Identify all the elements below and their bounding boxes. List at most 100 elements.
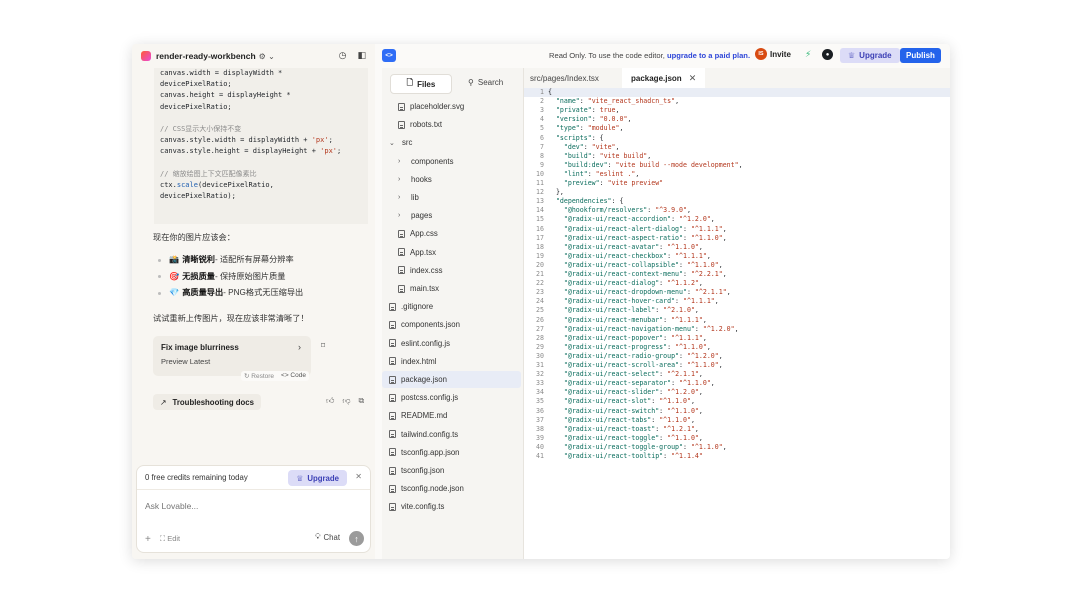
history-icon[interactable]: ◷: [339, 50, 347, 61]
code-view-toggle[interactable]: <>: [382, 49, 396, 62]
file-tree-item[interactable]: package.json: [382, 371, 521, 388]
line-code: "@radix-ui/react-aspect-ratio": "^1.1.0"…: [563, 233, 727, 242]
line-number: 30: [536, 351, 544, 360]
file-name: tsconfig.app.json: [401, 447, 460, 457]
file-tree-item[interactable]: README.md: [382, 407, 521, 424]
code-line: 32 "@radix-ui/react-select": "^2.1.1",: [524, 370, 950, 379]
line-number: 41: [536, 452, 544, 460]
file-tree-item[interactable]: placeholder.svg: [382, 98, 521, 115]
code-token: devicePixelRatio;: [160, 102, 232, 111]
thumbs-down-icon[interactable]: 👎︎: [342, 396, 350, 406]
file-name: components: [411, 156, 454, 166]
code-line: 1{: [524, 88, 950, 98]
preview-latest-link[interactable]: Preview Latest: [161, 357, 303, 366]
plus-icon[interactable]: +: [145, 534, 151, 545]
code-token: canvas.style.height = displayHeight +: [160, 147, 321, 156]
line-code: "@radix-ui/react-menubar": "^1.1.1",: [563, 315, 707, 324]
code-line: 2 "name": "vite_react_shadcn_ts",: [524, 97, 950, 106]
project-menu-icon[interactable]: ⚙ ⌄: [259, 52, 275, 61]
copy-icon[interactable]: ⧉: [359, 396, 365, 406]
chat-code-line: devicePixelRatio;: [160, 102, 362, 113]
upgrade-button[interactable]: ♕ Upgrade: [840, 48, 900, 63]
code-line: 27 "@radix-ui/react-navigation-menu": "^…: [524, 325, 950, 334]
line-code: "build:dev": "vite build --mode developm…: [563, 160, 743, 169]
line-number: 32: [536, 370, 544, 379]
chat-code-line: [160, 158, 362, 169]
file-icon: [389, 430, 396, 439]
file-icon: [398, 229, 405, 238]
send-button[interactable]: ↑: [349, 531, 364, 546]
file-tree-item[interactable]: eslint.config.js: [382, 335, 521, 352]
file-name: robots.txt: [410, 120, 443, 130]
bullet-title: 高质量导出: [182, 288, 224, 297]
thumbs-up-icon[interactable]: 👍︎: [326, 396, 334, 406]
file-tree-item[interactable]: tsconfig.json: [382, 462, 521, 479]
file-tree-item[interactable]: App.css: [382, 225, 521, 242]
file-tree-item[interactable]: robots.txt: [382, 116, 521, 133]
ask-input[interactable]: [145, 501, 355, 511]
version-card[interactable]: Fix image blurriness Preview Latest ›: [153, 336, 311, 376]
file-tree-item[interactable]: tsconfig.node.json: [382, 480, 521, 497]
invite-button[interactable]: IS Invite: [755, 48, 791, 60]
file-tree-item[interactable]: index.html: [382, 353, 521, 370]
code-line: 34 "@radix-ui/react-slider": "^1.2.0",: [524, 388, 950, 397]
line-number: 10: [536, 169, 544, 178]
code-line: 8 "build": "vite build",: [524, 152, 950, 161]
code-button[interactable]: <> Code: [281, 372, 306, 380]
code-line: 16 "@radix-ui/react-alert-dialog": "^1.1…: [524, 225, 950, 234]
tab-package-json[interactable]: package.json ✕: [622, 68, 706, 88]
line-code: "@radix-ui/react-hover-card": "^1.1.1",: [563, 297, 719, 306]
project-name[interactable]: render-ready-workbench: [156, 51, 256, 61]
file-tree-item[interactable]: index.css: [382, 262, 521, 279]
code-line: 41 "@radix-ui/react-tooltip": "^1.1.4": [524, 452, 950, 461]
line-code: "@radix-ui/react-slider": "^1.2.0",: [563, 388, 703, 397]
close-icon[interactable]: ✕: [355, 472, 362, 481]
supabase-icon[interactable]: ⚡: [805, 49, 811, 60]
file-icon: [398, 266, 405, 275]
file-tree-item[interactable]: main.tsx: [382, 280, 521, 297]
sidebar-toggle-icon[interactable]: ◧: [357, 50, 366, 61]
credits-text: 0 free credits remaining today: [145, 473, 248, 482]
tab-files[interactable]: 🗋 Files: [390, 74, 452, 94]
file-tree-item[interactable]: › lib: [382, 189, 521, 206]
file-tree-item[interactable]: .gitignore: [382, 298, 521, 315]
file-tree-item[interactable]: components.json: [382, 316, 521, 333]
tab-search[interactable]: ⚲ Search: [468, 78, 503, 87]
troubleshooting-label: Troubleshooting docs: [172, 397, 254, 407]
file-tree-item[interactable]: tailwind.config.ts: [382, 426, 521, 443]
file-tree-item[interactable]: › pages: [382, 207, 521, 224]
file-icon: [389, 448, 396, 457]
file-tree-item[interactable]: › hooks: [382, 171, 521, 188]
publish-button[interactable]: Publish: [900, 48, 941, 63]
line-code: "name": "vite_react_shadcn_ts",: [555, 97, 680, 106]
github-icon[interactable]: ●: [822, 49, 833, 60]
file-tree-item[interactable]: › components: [382, 153, 521, 170]
credits-upgrade-button[interactable]: ♕ Upgrade: [288, 470, 347, 486]
upgrade-plan-link[interactable]: upgrade to a paid plan.: [667, 51, 750, 60]
chat-code-line: canvas.style.width = displayWidth + 'px'…: [160, 135, 362, 146]
close-tab-icon[interactable]: ✕: [689, 73, 697, 84]
file-tree-item[interactable]: tsconfig.app.json: [382, 444, 521, 461]
avatar: IS: [755, 48, 767, 60]
result-bullet: 🎯 无损质量 - 保持原始图片质量: [158, 269, 303, 286]
file-tree-item[interactable]: ⌄ src: [382, 134, 521, 151]
tab-index-tsx[interactable]: src/pages/Index.tsx: [530, 74, 599, 83]
bookmark-icon[interactable]: ⌑: [321, 341, 325, 350]
line-code: "@radix-ui/react-dropdown-menu": "^2.1.1…: [563, 288, 731, 297]
line-code: "@radix-ui/react-toast": "^1.2.1",: [563, 424, 699, 433]
file-tree-item[interactable]: vite.config.ts: [382, 498, 521, 515]
bullet-text: - PNG格式无压缩导出: [223, 288, 304, 297]
line-number: 27: [536, 324, 544, 333]
restore-button[interactable]: ↻ Restore: [244, 372, 274, 380]
chevron-right-icon[interactable]: ›: [298, 342, 301, 352]
code-line: 15 "@radix-ui/react-accordion": "^1.2.0"…: [524, 215, 950, 224]
chat-mode-button[interactable]: 💡︎ Chat: [315, 532, 340, 542]
troubleshooting-docs-button[interactable]: ↗ Troubleshooting docs: [153, 394, 261, 410]
edit-button[interactable]: ⛶ Edit: [160, 534, 180, 544]
file-name: hooks: [411, 174, 432, 184]
file-tree-item[interactable]: postcss.config.js: [382, 389, 521, 406]
line-number: 21: [536, 270, 544, 278]
file-tree-item[interactable]: App.tsx: [382, 244, 521, 261]
code-line: 36 "@radix-ui/react-switch": "^1.1.0",: [524, 407, 950, 416]
line-number: 22: [536, 279, 544, 288]
